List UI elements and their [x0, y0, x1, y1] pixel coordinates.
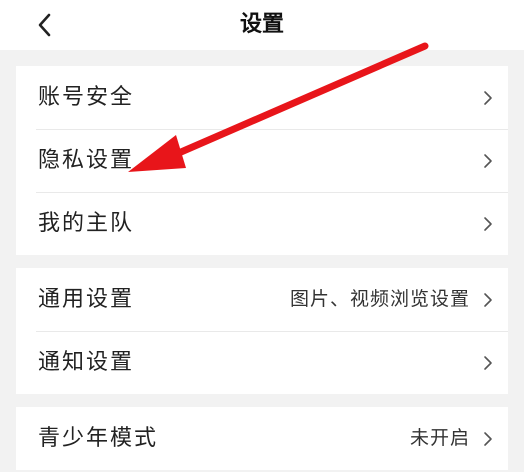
- settings-item-youth-mode[interactable]: 青少年模式 未开启: [16, 407, 508, 470]
- settings-item-my-team[interactable]: 我的主队: [16, 192, 508, 255]
- settings-group-general: 通用设置 图片、视频浏览设置 通知设置: [16, 268, 508, 394]
- settings-group-account: 账号安全 隐私设置 我的主队: [16, 66, 508, 255]
- settings-item-label: 账号安全: [38, 85, 135, 110]
- settings-item-value: 未开启: [409, 427, 470, 449]
- chevron-right-icon: [484, 293, 492, 307]
- settings-item-general[interactable]: 通用设置 图片、视频浏览设置: [16, 268, 508, 331]
- header-bar: 设置: [0, 0, 524, 50]
- settings-item-label: 隐私设置: [38, 148, 135, 173]
- settings-item-label: 青少年模式: [38, 426, 159, 451]
- chevron-right-icon: [484, 217, 492, 231]
- settings-item-label: 通用设置: [38, 287, 135, 312]
- settings-group-youth: 青少年模式 未开启: [16, 407, 508, 470]
- chevron-right-icon: [484, 432, 492, 446]
- page-title: 设置: [239, 12, 284, 37]
- settings-item-value: 图片、视频浏览设置: [289, 288, 470, 310]
- settings-item-account-security[interactable]: 账号安全: [16, 66, 508, 129]
- chevron-right-icon: [484, 154, 492, 168]
- settings-item-notification[interactable]: 通知设置: [16, 331, 508, 394]
- chevron-right-icon: [484, 91, 492, 105]
- settings-item-label: 我的主队: [38, 211, 135, 236]
- chevron-right-icon: [484, 356, 492, 370]
- settings-item-label: 通知设置: [38, 350, 135, 375]
- settings-item-privacy[interactable]: 隐私设置: [16, 129, 508, 192]
